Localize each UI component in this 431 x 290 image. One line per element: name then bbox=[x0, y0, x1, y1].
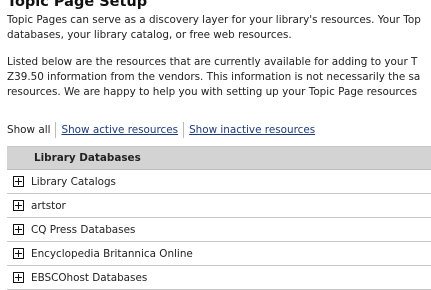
expand-plus-icon[interactable] bbox=[13, 224, 24, 235]
intro-line-1: Topic Pages can serve as a discovery lay… bbox=[7, 14, 421, 26]
resource-row-label: EBSCOhost Databases bbox=[31, 271, 148, 284]
filter-divider bbox=[55, 122, 57, 138]
expand-plus-icon[interactable] bbox=[13, 248, 24, 259]
resource-row-label: Library Catalogs bbox=[31, 175, 116, 188]
resource-row-label: Encyclopedia Britannica Online bbox=[31, 247, 193, 260]
listed-line-2: Z39.50 information from the vendors. Thi… bbox=[7, 71, 421, 83]
resource-filter-bar: Show all Show active resources Show inac… bbox=[7, 122, 315, 138]
table-header-library-databases: Library Databases bbox=[7, 147, 431, 170]
expand-plus-icon[interactable] bbox=[13, 200, 24, 211]
intro-line-2: databases, your library catalog, or free… bbox=[7, 29, 292, 41]
show-inactive-resources-link[interactable]: Show inactive resources bbox=[189, 124, 315, 136]
resource-row-encyclopedia-britannica-online[interactable]: Encyclopedia Britannica Online bbox=[7, 242, 431, 266]
expand-plus-icon[interactable] bbox=[13, 272, 24, 283]
listed-line-3: resources. We are happy to help you with… bbox=[7, 86, 417, 98]
show-all-filter[interactable]: Show all bbox=[7, 124, 50, 136]
page-title: Topic Page Setup bbox=[7, 0, 148, 10]
resources-table: Library Databases Library Catalogs artst… bbox=[7, 146, 431, 290]
resource-row-label: CQ Press Databases bbox=[31, 223, 136, 236]
expand-plus-icon[interactable] bbox=[13, 176, 24, 187]
intro-paragraph: Topic Pages can serve as a discovery lay… bbox=[7, 13, 421, 43]
resource-row-ebscohost-databases[interactable]: EBSCOhost Databases bbox=[7, 266, 431, 290]
resource-row-cq-press-databases[interactable]: CQ Press Databases bbox=[7, 218, 431, 242]
listed-line-1: Listed below are the resources that are … bbox=[7, 56, 418, 68]
show-active-resources-link[interactable]: Show active resources bbox=[61, 124, 178, 136]
listed-paragraph: Listed below are the resources that are … bbox=[7, 55, 420, 100]
filter-divider bbox=[183, 122, 185, 138]
resource-row-library-catalogs[interactable]: Library Catalogs bbox=[7, 170, 431, 194]
resource-row-label: artstor bbox=[31, 199, 66, 212]
resource-row-artstor[interactable]: artstor bbox=[7, 194, 431, 218]
